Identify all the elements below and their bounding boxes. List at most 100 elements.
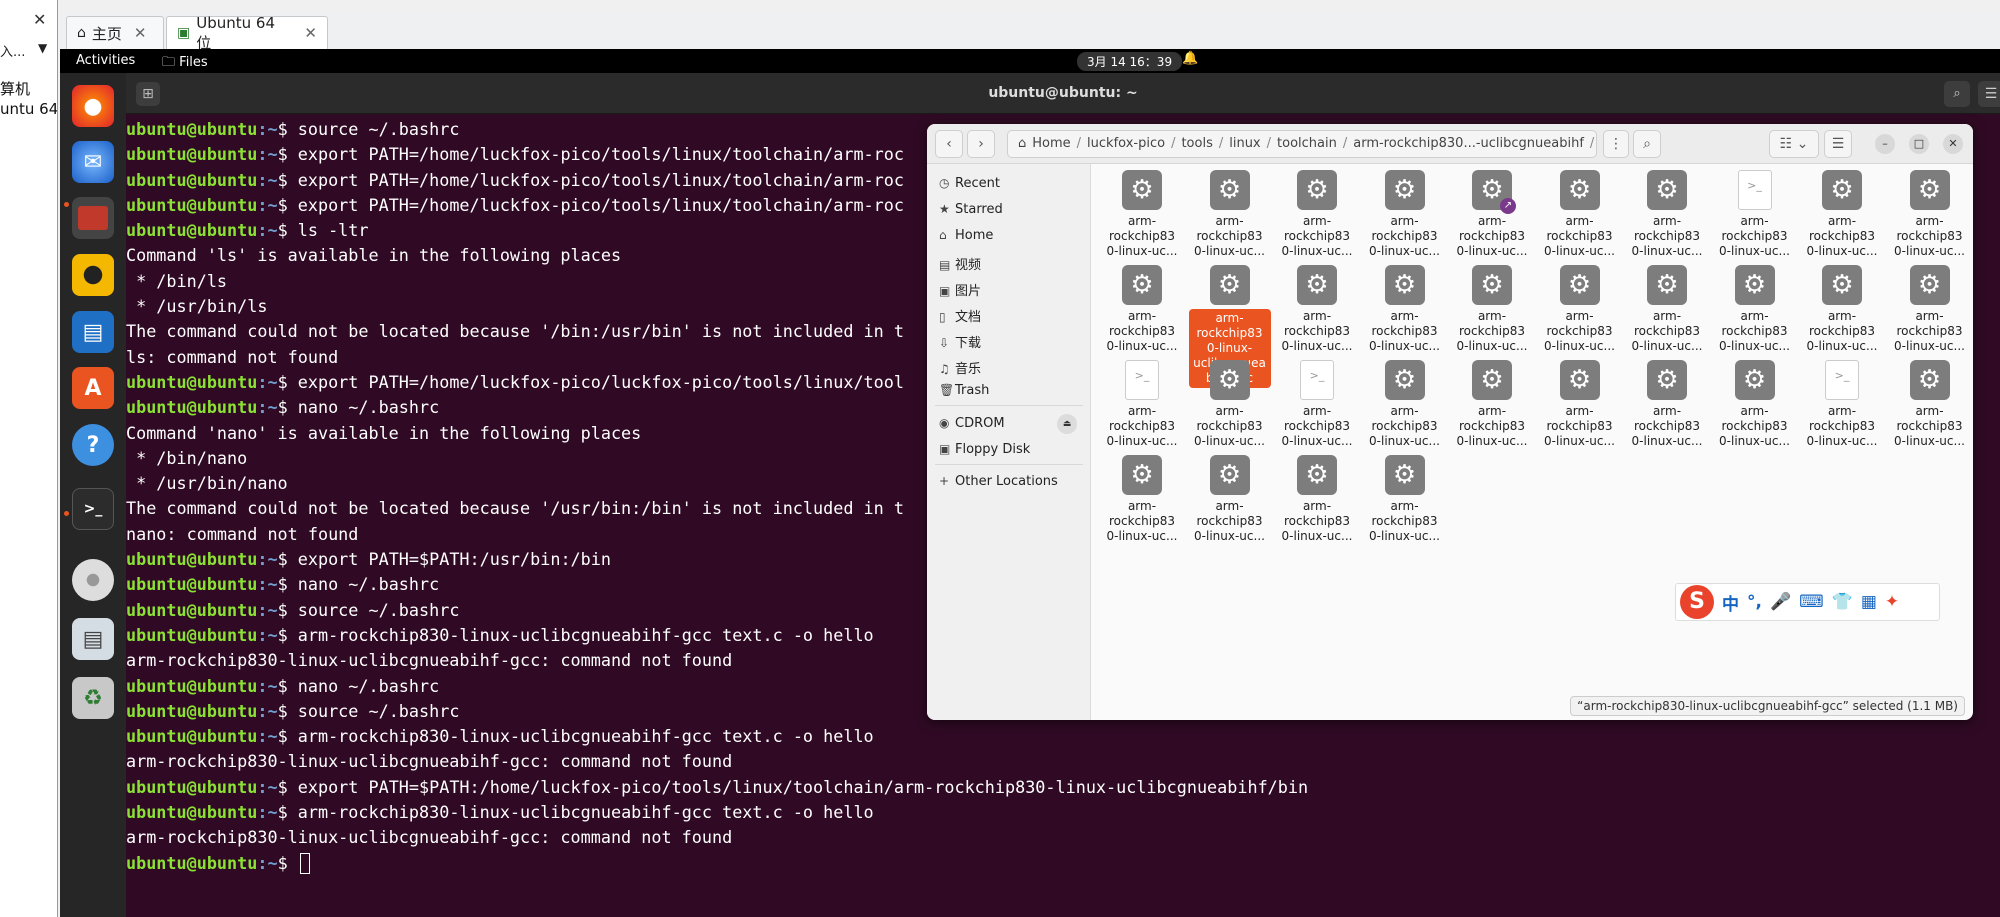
- breadcrumb-segment[interactable]: arm-rockchip830...-uclibcgnueabihf: [1353, 136, 1584, 151]
- file-item[interactable]: ⚙ ↗ arm-rockchip83 0-linux-uc...: [1451, 166, 1533, 259]
- file-name: arm-rockchip83 0-linux-uc...: [1539, 404, 1621, 449]
- thunderbird-icon[interactable]: ✉: [72, 141, 114, 183]
- file-item[interactable]: ⚙ arm-rockchip83 0-linux-uc...: [1101, 451, 1183, 544]
- file-item[interactable]: ⚙ arm-rockchip83 0-linux-uc...: [1101, 261, 1183, 354]
- menu-button[interactable]: ☰: [1824, 130, 1852, 158]
- sidebar-item-图片[interactable]: ▣ 图片: [939, 280, 981, 299]
- file-item[interactable]: ⚙ arm-rockchip83 0-linux-uc...: [1451, 261, 1533, 354]
- files-app-menu[interactable]: 🗀 Files: [162, 53, 208, 75]
- eject-icon[interactable]: ⏏: [1057, 414, 1077, 434]
- search-button[interactable]: ⌕: [1633, 130, 1661, 158]
- sidebar-item-文档[interactable]: ▯ 文档: [939, 306, 981, 325]
- sidebar-item-label: 下载: [955, 336, 982, 351]
- file-item[interactable]: ⚙ arm-rockchip83 0-linux-uc...: [1889, 166, 1971, 259]
- sidebar-item-视频[interactable]: ▤ 视频: [939, 254, 981, 273]
- activities-button[interactable]: Activities: [76, 53, 135, 68]
- breadcrumb-segment[interactable]: toolchain: [1277, 136, 1337, 151]
- mascot-icon[interactable]: ✦: [1885, 592, 1899, 612]
- path-menu-button[interactable]: ⋮: [1603, 130, 1629, 158]
- file-item[interactable]: ⚙ arm-rockchip83 0-linux-uc...: [1801, 261, 1883, 354]
- file-item[interactable]: ⚙ arm-rockchip83 0-linux-uc...: [1801, 166, 1883, 259]
- back-button[interactable]: ‹: [935, 130, 963, 158]
- maximize-button[interactable]: □: [1909, 134, 1929, 154]
- help-icon[interactable]: ?: [72, 424, 114, 466]
- skin-icon[interactable]: 👕: [1832, 592, 1853, 612]
- ime-punct-button[interactable]: °,: [1747, 592, 1762, 612]
- host-list-item[interactable]: 算机: [0, 78, 30, 99]
- file-item[interactable]: ⚙ arm-rockchip83 0-linux-uc...: [1889, 261, 1971, 354]
- file-item[interactable]: >_ arm-rockchip83 0-linux-uc...: [1801, 356, 1883, 449]
- script-file-icon: >_: [1125, 360, 1159, 400]
- files-icon[interactable]: [72, 197, 114, 239]
- firefox-icon[interactable]: ●: [72, 85, 114, 127]
- breadcrumb-segment[interactable]: Home: [1032, 136, 1070, 151]
- breadcrumb-segment[interactable]: tools: [1181, 136, 1212, 151]
- sidebar-item-trash[interactable]: 🗑Trash: [939, 383, 989, 398]
- tab-home[interactable]: ⌂ 主页 ✕: [66, 16, 164, 49]
- file-item[interactable]: ⚙ arm-rockchip83 0-linux-uc...: [1539, 166, 1621, 259]
- file-item[interactable]: ⚙ arm-rockchip83 0-linux-uc...: [1276, 166, 1358, 259]
- sidebar-item-cdrom[interactable]: ◉ CDROM: [939, 416, 1005, 431]
- close-button[interactable]: ✕: [1943, 134, 1963, 154]
- breadcrumb-segment[interactable]: linux: [1229, 136, 1260, 151]
- app-center-icon[interactable]: A: [72, 367, 114, 409]
- keyboard-icon[interactable]: ⌨: [1799, 592, 1824, 612]
- sidebar-item-other-locations[interactable]: + Other Locations: [939, 474, 1058, 489]
- search-icon[interactable]: ⌕: [1944, 81, 1970, 107]
- file-item[interactable]: ⚙ arm-rockchip83 0-linux-uc...: [1626, 356, 1708, 449]
- line-text: $ nano ~/.bashrc: [277, 397, 440, 418]
- file-item[interactable]: >_ arm-rockchip83 0-linux-uc...: [1714, 166, 1796, 259]
- clock[interactable]: 3月 14 16：39: [1077, 52, 1183, 71]
- host-list-item[interactable]: untu 64 ...: [0, 100, 57, 118]
- disc-icon[interactable]: [72, 559, 114, 601]
- file-item[interactable]: ⚙ arm-rockchip83 0-linux-uc...: [1276, 451, 1358, 544]
- close-icon[interactable]: ✕: [304, 24, 317, 42]
- sidebar-item-recent[interactable]: ◷ Recent: [939, 176, 1000, 191]
- file-item[interactable]: ⚙ arm-rockchip83 0-linux-uc...: [1626, 166, 1708, 259]
- file-item[interactable]: ⚙ arm-rockchip83 0-linux-uc...: [1364, 451, 1446, 544]
- view-toggle-button[interactable]: ☷ ⌄: [1769, 130, 1819, 158]
- file-item[interactable]: ⚙ arm-rockchip83 0-linux-uc...: [1714, 261, 1796, 354]
- text-editor-icon[interactable]: ▤: [72, 618, 114, 660]
- sidebar-item-音乐[interactable]: ♫ 音乐: [939, 358, 981, 377]
- file-item[interactable]: ⚙ arm-rockchip83 0-linux-uc...: [1539, 356, 1621, 449]
- sidebar-item-floppy-disk[interactable]: ▣ Floppy Disk: [939, 442, 1030, 457]
- file-item[interactable]: >_ arm-rockchip83 0-linux-uc...: [1101, 356, 1183, 449]
- file-item[interactable]: ⚙ arm-rockchip83 0-linux-uc...: [1889, 356, 1971, 449]
- file-item[interactable]: ⚙ arm-rockchip83 0-linux-uc...: [1364, 166, 1446, 259]
- toolbox-icon[interactable]: ▦: [1861, 592, 1877, 612]
- file-item[interactable]: ⚙ arm-rockchip83 0-linux-uc...: [1626, 261, 1708, 354]
- close-icon[interactable]: ✕: [134, 24, 147, 42]
- sidebar-item-starred[interactable]: ★ Starred: [939, 202, 1003, 217]
- file-item[interactable]: ⚙ arm-rockchip83 0-linux-uc...: [1276, 261, 1358, 354]
- host-dropdown[interactable]: ▼ 入...: [0, 41, 54, 61]
- breadcrumb-segment[interactable]: luckfox-pico: [1087, 136, 1165, 151]
- bell-icon[interactable]: 🔔: [1182, 51, 1198, 66]
- trash-icon[interactable]: ♻: [72, 677, 114, 719]
- file-item[interactable]: ⚙ arm-rockchip83 0-linux-uc...: [1451, 356, 1533, 449]
- file-item[interactable]: ⚙ arm-rockchip83 0-linux-uc...: [1714, 356, 1796, 449]
- file-item[interactable]: ⚙ arm-rockchip83 0-linux-uc...: [1189, 451, 1271, 544]
- microphone-icon[interactable]: 🎤: [1770, 592, 1791, 612]
- forward-button[interactable]: ›: [967, 130, 995, 158]
- file-item[interactable]: ⚙ arm-rockchip83 0-linux-uc...: [1364, 356, 1446, 449]
- file-item[interactable]: >_ arm-rockchip83 0-linux-uc...: [1276, 356, 1358, 449]
- rhythmbox-icon[interactable]: [72, 254, 114, 296]
- file-item[interactable]: ⚙ arm-rockchip83 0-linux-uc...: [1539, 261, 1621, 354]
- file-item[interactable]: ⚙ arm-rockchip83 0-linux-uc...: [1101, 166, 1183, 259]
- terminal-icon[interactable]: >_: [72, 488, 114, 530]
- sogou-logo[interactable]: S: [1680, 585, 1714, 619]
- breadcrumb[interactable]: ⌂ Home / luckfox-pico / tools / linux / toolchain…: [1007, 130, 1597, 158]
- sidebar-item-home[interactable]: ⌂ Home: [939, 228, 993, 243]
- file-item[interactable]: ⚙ arm-rockchip83 0-linux-uc...: [1189, 356, 1271, 449]
- file-name-line: arm-: [1827, 214, 1857, 228]
- ime-mode-button[interactable]: 中: [1722, 590, 1739, 615]
- minimize-button[interactable]: –: [1875, 134, 1895, 154]
- writer-icon[interactable]: ▤: [72, 311, 114, 353]
- tab-ubuntu[interactable]: ▣ Ubuntu 64 位 ✕: [166, 14, 328, 52]
- file-item[interactable]: ⚙ arm-rockchip83 0-linux-uc...: [1189, 166, 1271, 259]
- file-item[interactable]: ⚙ arm-rockchip83 0-linux-uc...: [1364, 261, 1446, 354]
- hamburger-menu-icon[interactable]: ☰: [1978, 81, 2000, 107]
- sidebar-item-下载[interactable]: ⇩ 下载: [939, 332, 981, 351]
- close-icon[interactable]: ✕: [33, 10, 46, 29]
